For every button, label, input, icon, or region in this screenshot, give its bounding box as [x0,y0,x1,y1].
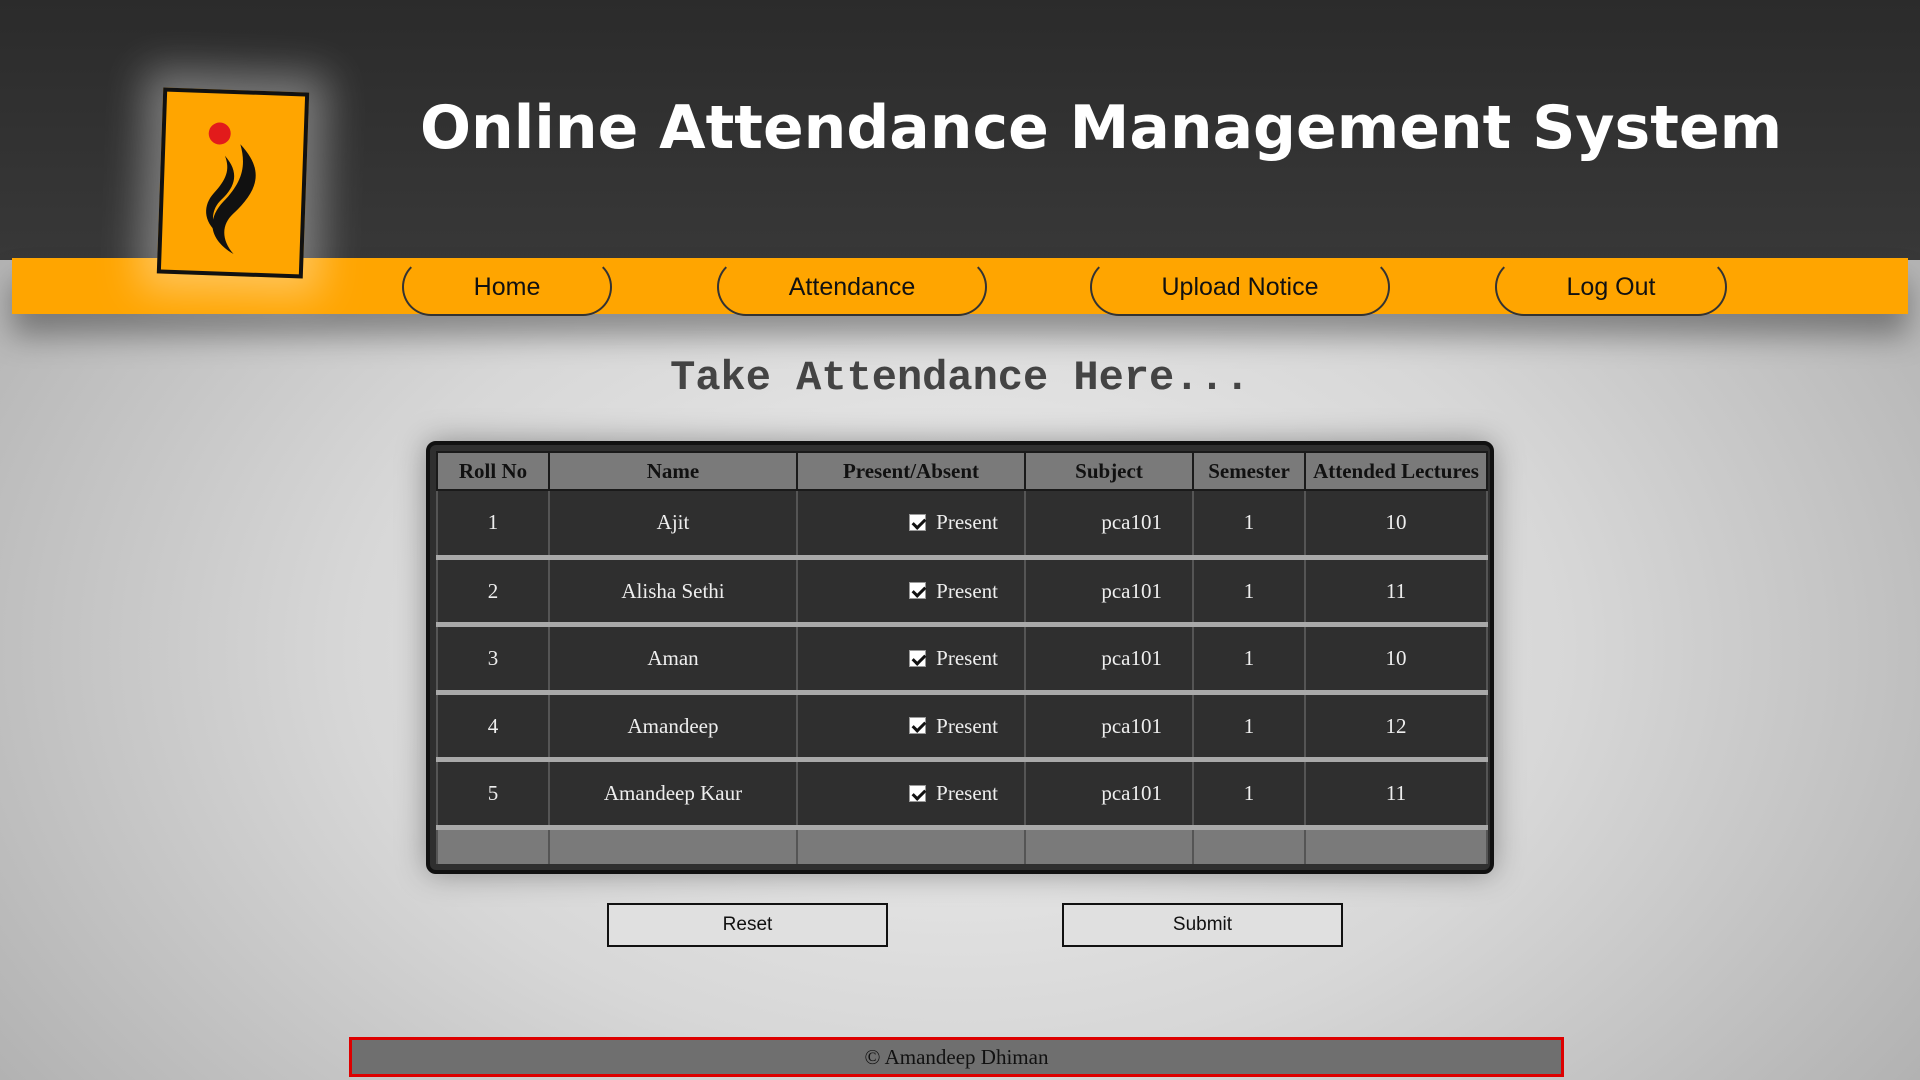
present-label: Present [936,646,998,671]
present-label: Present [936,713,998,738]
empty-cell [1024,827,1194,864]
empty-cell [436,827,550,864]
table-row: 1 Ajit Present pca101 1 10 [436,490,1488,560]
section-heading: Take Attendance Here... [670,354,1250,402]
present-absent-cell: Present [796,759,1026,830]
roll-no-cell: 2 [436,557,550,628]
name-cell: Aman [548,624,798,695]
empty-cell [1304,827,1488,864]
attended-lectures-cell: 11 [1304,557,1488,628]
table-row: 3 Aman Present pca101 1 10 [436,624,1488,695]
present-label: Present [936,578,998,603]
attended-lectures-cell: 10 [1304,490,1488,560]
roll-no-cell: 5 [436,759,550,830]
nav-attendance-button[interactable]: Attendance [717,258,987,316]
present-checkbox[interactable] [909,582,927,600]
attended-lectures-cell: 11 [1304,759,1488,830]
present-absent-cell: Present [796,490,1026,560]
empty-cell [548,827,798,864]
semester-cell: 1 [1192,624,1306,695]
nav-upload-notice-button[interactable]: Upload Notice [1090,258,1390,316]
table-row: 4 Amandeep Present pca101 1 12 [436,692,1488,763]
subject-cell: pca101 [1024,624,1194,695]
reset-button[interactable]: Reset [607,903,888,947]
name-cell: Amandeep Kaur [548,759,798,830]
subject-cell: pca101 [1024,490,1194,560]
roll-no-cell: 1 [436,490,550,560]
empty-cell [796,827,1026,864]
present-checkbox[interactable] [909,649,927,667]
table-row: 2 Alisha Sethi Present pca101 1 11 [436,557,1488,628]
flame-logo-icon [156,87,310,279]
name-cell: Ajit [548,490,798,560]
present-label: Present [936,780,998,805]
submit-button[interactable]: Submit [1062,903,1343,947]
present-checkbox[interactable] [909,514,927,532]
table-header-row: Roll No Name Present/Absent Subject Seme… [436,451,1488,491]
column-header-attended-lectures: Attended Lectures [1304,451,1488,491]
attendance-table: Roll No Name Present/Absent Subject Seme… [426,441,1494,874]
roll-no-cell: 3 [436,624,550,695]
footer-copyright: © Amandeep Dhiman [349,1037,1564,1077]
subject-cell: pca101 [1024,759,1194,830]
name-cell: Alisha Sethi [548,557,798,628]
attended-lectures-cell: 12 [1304,692,1488,763]
roll-no-cell: 4 [436,692,550,763]
column-header-roll-no: Roll No [436,451,550,491]
present-checkbox[interactable] [909,784,927,802]
present-absent-cell: Present [796,692,1026,763]
present-checkbox[interactable] [909,717,927,735]
column-header-name: Name [548,451,798,491]
semester-cell: 1 [1192,692,1306,763]
empty-cell [1192,827,1306,864]
table-row: 5 Amandeep Kaur Present pca101 1 11 [436,759,1488,830]
table-footer-row [436,827,1488,864]
present-absent-cell: Present [796,624,1026,695]
column-header-semester: Semester [1192,451,1306,491]
semester-cell: 1 [1192,490,1306,560]
semester-cell: 1 [1192,557,1306,628]
present-absent-cell: Present [796,557,1026,628]
present-label: Present [936,510,998,535]
nav-logout-button[interactable]: Log Out [1495,258,1727,316]
column-header-subject: Subject [1024,451,1194,491]
column-header-present-absent: Present/Absent [796,451,1026,491]
subject-cell: pca101 [1024,692,1194,763]
subject-cell: pca101 [1024,557,1194,628]
semester-cell: 1 [1192,759,1306,830]
name-cell: Amandeep [548,692,798,763]
nav-home-button[interactable]: Home [402,258,612,316]
attended-lectures-cell: 10 [1304,624,1488,695]
page-title: Online Attendance Management System [420,93,1783,163]
